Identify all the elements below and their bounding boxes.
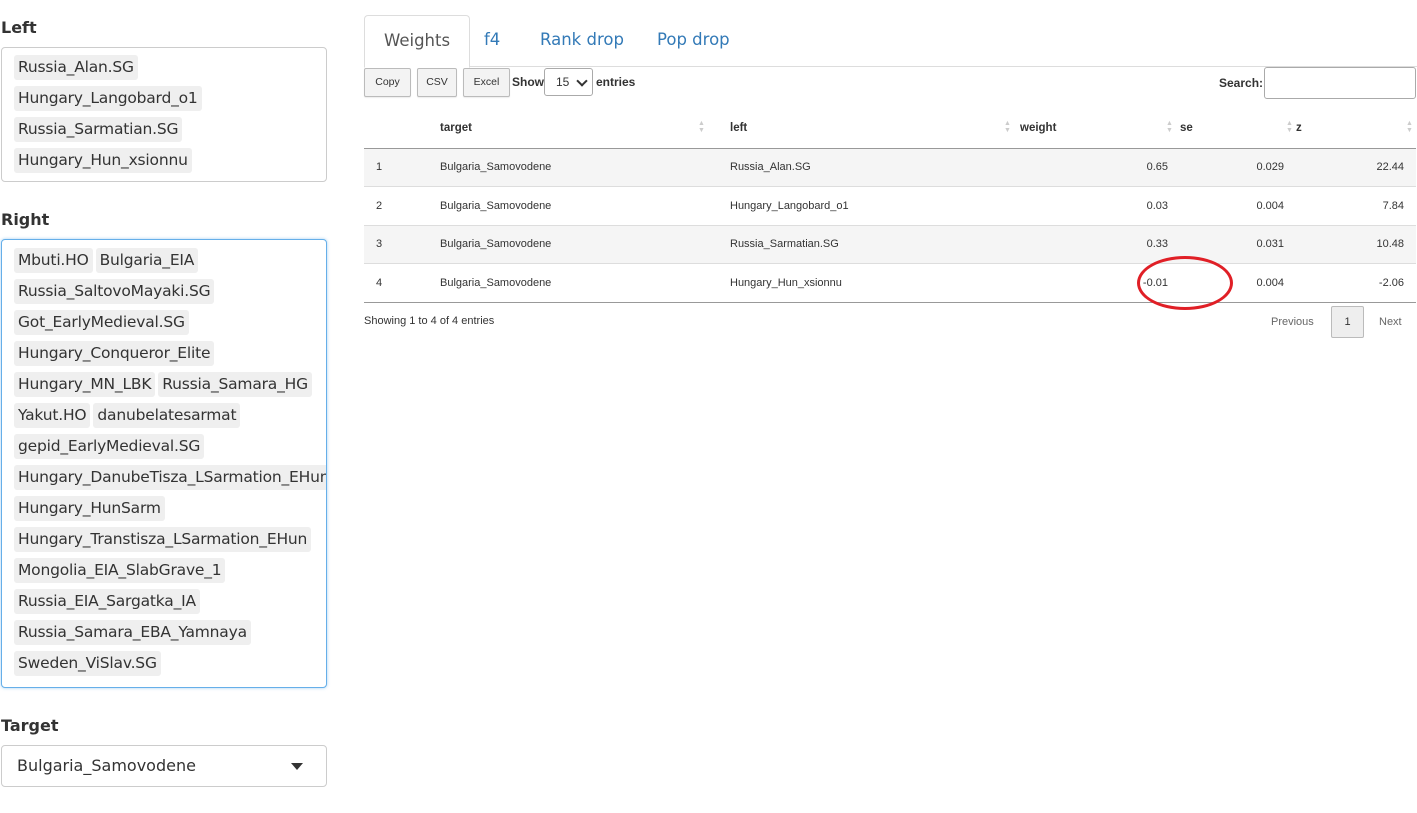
- tab-pop-drop[interactable]: Pop drop: [657, 15, 730, 67]
- table-header-row: target ▲ ▼ left ▲ ▼ weight ▲ ▼ se ▲ ▼ z ▲ ▼: [364, 108, 1416, 149]
- cell-z: -2.06: [1296, 263, 1416, 303]
- column-header-z[interactable]: z ▲ ▼: [1296, 108, 1416, 149]
- cell-left: Russia_Sarmatian.SG: [730, 225, 1020, 264]
- table-row[interactable]: 3 Bulgaria_Samovodene Russia_Sarmatian.SG 0…: [364, 225, 1416, 264]
- selected-tag[interactable]: Yakut.HO: [14, 403, 91, 428]
- entries-select-value: 15: [556, 75, 570, 89]
- tab-weights[interactable]: Weights: [364, 15, 471, 68]
- sort-icon: ▲ ▼: [1004, 120, 1011, 134]
- selected-tag[interactable]: Russia_Sarmatian.SG: [14, 117, 183, 142]
- tab-rank-drop[interactable]: Rank drop: [540, 15, 624, 67]
- column-header-label: left: [730, 121, 748, 134]
- selected-tag[interactable]: Hungary_MN_LBK: [14, 372, 156, 397]
- csv-button[interactable]: CSV: [417, 68, 457, 97]
- cell-se: 0.029: [1180, 148, 1296, 187]
- target-select-value: Bulgaria_Samovodene: [17, 756, 196, 775]
- target-select[interactable]: Bulgaria_Samovodene: [1, 745, 327, 787]
- selected-tag[interactable]: danubelatesarmat: [93, 403, 241, 428]
- selected-tag[interactable]: Hungary_HunSarm: [14, 496, 165, 521]
- table-row[interactable]: 4 Bulgaria_Samovodene Hungary_Hun_xsionnu -…: [364, 263, 1416, 303]
- page-1-button[interactable]: 1: [1331, 306, 1364, 338]
- search-input[interactable]: [1264, 67, 1416, 99]
- cell-target: Bulgaria_Samovodene: [440, 148, 730, 187]
- excel-button[interactable]: Excel: [463, 68, 510, 97]
- column-header-left[interactable]: left ▲ ▼: [730, 108, 1020, 149]
- cell-target: Bulgaria_Samovodene: [440, 186, 730, 226]
- selected-tag[interactable]: Hungary_Conqueror_Elite: [14, 341, 215, 366]
- selected-tag[interactable]: Mongolia_EIA_SlabGrave_1: [14, 558, 226, 583]
- copy-button[interactable]: Copy: [364, 68, 411, 97]
- left-label: Left: [1, 18, 37, 37]
- left-tags: Russia_Alan.SG Hungary_Langobard_o1 Russia…: [14, 55, 326, 179]
- selected-tag[interactable]: Hungary_Langobard_o1: [14, 86, 202, 111]
- column-header-target[interactable]: target ▲ ▼: [440, 108, 730, 149]
- column-header-label: target: [440, 121, 472, 134]
- selected-tag[interactable]: Russia_Samara_HG: [158, 372, 312, 397]
- column-header-weight[interactable]: weight ▲ ▼: [1020, 108, 1180, 149]
- column-header-se[interactable]: se ▲ ▼: [1180, 108, 1296, 149]
- cell-z: 7.84: [1296, 186, 1416, 226]
- cell-index: 2: [364, 186, 440, 226]
- previous-button[interactable]: Previous: [1271, 316, 1314, 328]
- table-info: Showing 1 to 4 of 4 entries: [364, 315, 495, 327]
- cell-index: 1: [364, 148, 440, 187]
- cell-weight: 0.33: [1020, 225, 1180, 264]
- tab-bar: Weights f4 Rank drop Pop drop: [364, 15, 1417, 68]
- column-header-label: weight: [1020, 121, 1057, 134]
- selected-tag[interactable]: Hungary_DanubeTisza_LSarmation_EHun: [14, 465, 326, 490]
- cell-weight: 0.65: [1020, 148, 1180, 187]
- selected-tag[interactable]: Mbuti.HO: [14, 248, 93, 273]
- table-row[interactable]: 1 Bulgaria_Samovodene Russia_Alan.SG 0.65 0.…: [364, 148, 1416, 187]
- next-button[interactable]: Next: [1379, 316, 1402, 328]
- cell-index: 4: [364, 263, 440, 303]
- selected-tag[interactable]: gepid_EarlyMedieval.SG: [14, 434, 205, 459]
- selected-tag[interactable]: Sweden_ViSlav.SG: [14, 651, 161, 676]
- entries-select[interactable]: 15: [544, 68, 593, 96]
- cell-left: Hungary_Hun_xsionnu: [730, 263, 1020, 303]
- table-row[interactable]: 2 Bulgaria_Samovodene Hungary_Langobard_o1…: [364, 186, 1416, 226]
- selected-tag[interactable]: Bulgaria_EIA: [95, 248, 199, 273]
- cell-left: Russia_Alan.SG: [730, 148, 1020, 187]
- sort-icon: ▲ ▼: [1286, 120, 1293, 134]
- right-tags: Mbuti.HO Bulgaria_EIA Russia_SaltovoMayaki…: [14, 248, 326, 682]
- weights-table: target ▲ ▼ left ▲ ▼ weight ▲ ▼ se ▲ ▼ z ▲ ▼ 1…: [364, 108, 1416, 303]
- selected-tag[interactable]: Hungary_Hun_xsionnu: [14, 148, 192, 173]
- chevron-down-icon: [576, 75, 588, 87]
- entries-label: entries: [596, 75, 636, 89]
- cell-se: 0.004: [1180, 186, 1296, 226]
- show-label: Show: [512, 75, 544, 89]
- left-selectize[interactable]: Russia_Alan.SG Hungary_Langobard_o1 Russia…: [1, 47, 327, 182]
- cell-weight: 0.03: [1020, 186, 1180, 226]
- selected-tag[interactable]: Russia_Alan.SG: [14, 55, 138, 80]
- caret-down-icon: [291, 763, 303, 770]
- column-header-label: se: [1180, 121, 1193, 134]
- cell-target: Bulgaria_Samovodene: [440, 263, 730, 303]
- cell-left: Hungary_Langobard_o1: [730, 186, 1020, 226]
- right-selectize[interactable]: Mbuti.HO Bulgaria_EIA Russia_SaltovoMayaki…: [1, 239, 327, 688]
- cell-target: Bulgaria_Samovodene: [440, 225, 730, 264]
- annotation-circle: [1137, 256, 1233, 310]
- selected-tag[interactable]: Russia_Samara_EBA_Yamnaya: [14, 620, 251, 645]
- selected-tag[interactable]: Russia_SaltovoMayaki.SG: [14, 279, 215, 304]
- sort-icon: ▲ ▼: [1166, 120, 1173, 134]
- column-header-label: z: [1296, 121, 1302, 134]
- selected-tag[interactable]: Got_EarlyMedieval.SG: [14, 310, 189, 335]
- cell-index: 3: [364, 225, 440, 264]
- tab-f4[interactable]: f4: [484, 15, 500, 67]
- column-header-index: [364, 108, 440, 149]
- cell-z: 22.44: [1296, 148, 1416, 187]
- cell-z: 10.48: [1296, 225, 1416, 264]
- selected-tag[interactable]: Russia_EIA_Sargatka_IA: [14, 589, 200, 614]
- search-label: Search:: [1219, 76, 1264, 90]
- right-label: Right: [1, 210, 50, 229]
- sort-icon: ▲ ▼: [1406, 120, 1413, 134]
- selected-tag[interactable]: Hungary_Transtisza_LSarmation_EHun: [14, 527, 312, 552]
- sort-icon: ▲ ▼: [698, 120, 705, 134]
- target-label: Target: [1, 716, 59, 735]
